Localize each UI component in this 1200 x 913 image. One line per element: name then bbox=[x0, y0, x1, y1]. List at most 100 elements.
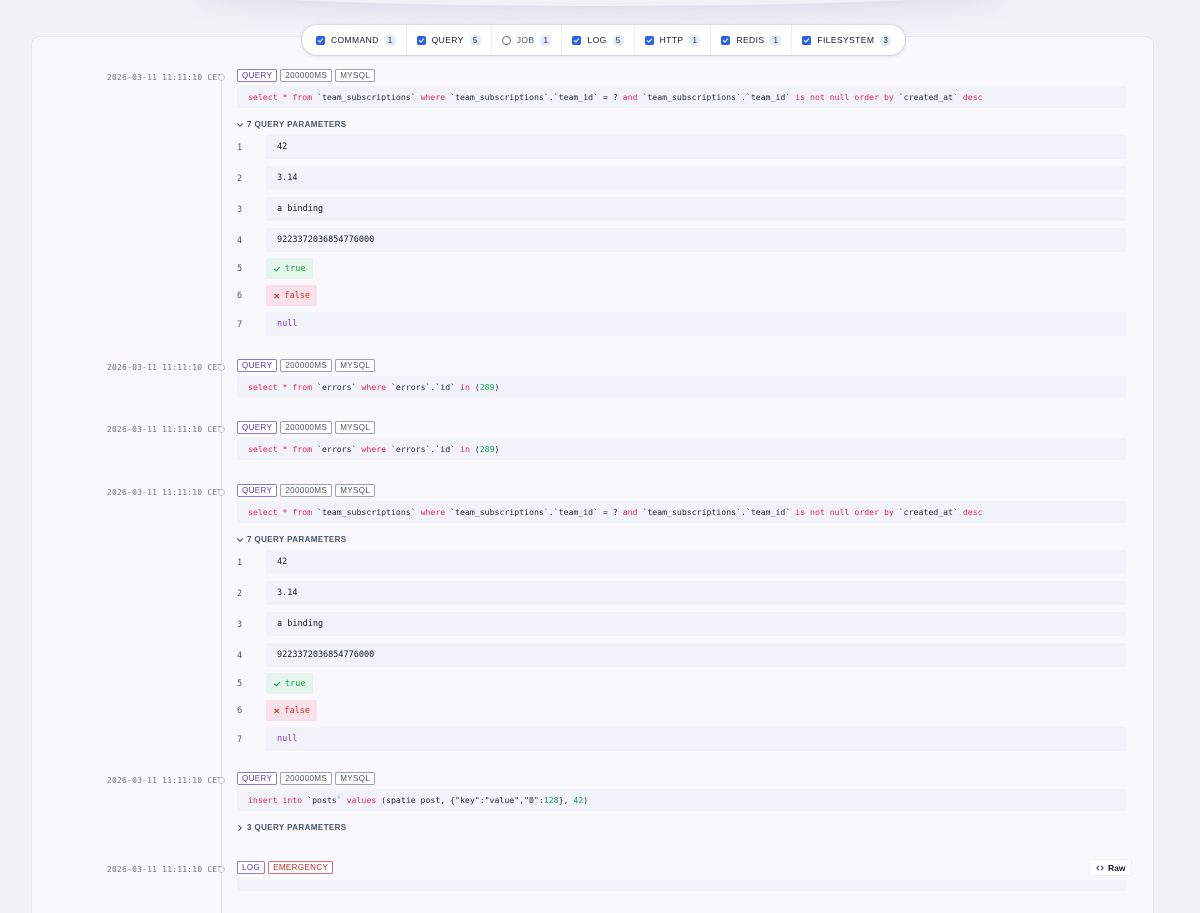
badge-group: QUERY 200000MS MYSQL bbox=[237, 421, 376, 434]
timeline-dot bbox=[218, 777, 225, 784]
checkbox-unchecked-icon[interactable] bbox=[501, 35, 511, 45]
query-badge: QUERY bbox=[237, 359, 278, 372]
sql-keyword: from bbox=[292, 507, 313, 517]
parameter-value-text: null bbox=[277, 319, 298, 329]
sql-text: `team_subscriptions`.`team_id` = ? bbox=[445, 507, 623, 517]
parameter-value: a binding bbox=[266, 197, 1126, 221]
sql-keyword: select bbox=[248, 507, 278, 517]
parameter-value-text: a binding bbox=[277, 619, 324, 629]
sql-text: }, bbox=[558, 795, 574, 805]
timestamp: 2026-03-11 11:11:10 CET bbox=[107, 425, 223, 434]
timestamp: 2026-03-11 11:11:10 CET bbox=[107, 776, 223, 785]
sql-keyword: select bbox=[248, 92, 278, 102]
sql-keyword: desc bbox=[962, 92, 983, 102]
sql-keyword: is not null order by bbox=[795, 92, 894, 102]
query-parameters-toggle[interactable]: 7 QUERY PARAMETERS bbox=[236, 535, 347, 544]
checkbox-checked-icon[interactable] bbox=[572, 35, 582, 45]
sql-text: `errors` bbox=[312, 444, 362, 454]
checkbox-checked-icon[interactable] bbox=[644, 35, 654, 45]
timestamp: 2026-03-11 11:11:10 CET bbox=[107, 488, 223, 497]
query-parameters-toggle[interactable]: 7 QUERY PARAMETERS bbox=[236, 120, 347, 129]
parameter-value: 9223372036854776000 bbox=[266, 643, 1126, 667]
chevron-down-icon bbox=[237, 122, 243, 127]
sql-text: ) bbox=[583, 795, 589, 805]
query-badge: QUERY bbox=[237, 484, 278, 497]
filter-query[interactable]: QUERY 5 bbox=[407, 25, 492, 55]
sql-keyword: where bbox=[420, 507, 446, 517]
timeline-dot bbox=[218, 866, 225, 873]
checkbox-checked-icon[interactable] bbox=[802, 35, 812, 45]
filter-label: QUERY bbox=[431, 35, 464, 45]
sql-text: (spatie post, {"key":"value","0": bbox=[376, 795, 544, 805]
parameter-index: 5 bbox=[237, 679, 243, 689]
parameter-value: true bbox=[266, 673, 313, 694]
emergency-badge: EMERGENCY bbox=[268, 861, 334, 874]
check-icon bbox=[317, 37, 324, 43]
badge-group: QUERY 200000MS MYSQL bbox=[237, 359, 376, 372]
filter-label: JOB bbox=[516, 35, 535, 45]
sql-text: ) bbox=[494, 444, 500, 454]
raw-button[interactable]: Raw bbox=[1089, 859, 1133, 876]
top-shadow bbox=[190, 0, 1010, 6]
checkbox-checked-icon[interactable] bbox=[316, 35, 325, 45]
sql-keyword: insert into bbox=[248, 795, 303, 805]
checkbox-checked-icon[interactable] bbox=[721, 35, 731, 45]
sql-text: `team_subscriptions` bbox=[312, 92, 421, 102]
sql-text: `created_at` bbox=[893, 92, 963, 102]
parameter-index: 3 bbox=[237, 620, 243, 630]
sql-text: `team_subscriptions`.`team_id` bbox=[637, 507, 796, 517]
filter-label: FILESYSTEM bbox=[817, 35, 875, 45]
check-icon bbox=[418, 37, 424, 43]
sql-number: 128 bbox=[543, 795, 559, 805]
sql-text: `errors`.`id` bbox=[386, 382, 461, 392]
parameter-value: 42 bbox=[266, 135, 1126, 159]
query-parameters-toggle[interactable]: 3 QUERY PARAMETERS bbox=[236, 823, 347, 832]
checkbox-checked-icon[interactable] bbox=[416, 35, 426, 45]
sql-keyword: is not null order by bbox=[795, 507, 894, 517]
filter-log[interactable]: LOG 5 bbox=[562, 25, 635, 55]
filter-filesystem[interactable]: FILESYSTEM 3 bbox=[792, 25, 901, 55]
sql-query: select * from `team_subscriptions` where… bbox=[237, 86, 1126, 108]
filter-redis[interactable]: REDIS 1 bbox=[711, 25, 793, 55]
filter-count-badge: 1 bbox=[770, 34, 782, 46]
parameter-value: null bbox=[266, 312, 1126, 336]
check-icon bbox=[723, 37, 729, 43]
type-filter-bar: COMMAND 1 QUERY 5 JOB 1 LOG 5 HTTP 1 REDIS 1 FILESYS… bbox=[302, 25, 906, 55]
parameter-value-text: 42 bbox=[277, 142, 288, 152]
timeline-dot bbox=[218, 364, 225, 371]
sql-text: `team_subscriptions` bbox=[312, 507, 421, 517]
parameter-value-text: null bbox=[277, 734, 298, 744]
mysql-badge: MYSQL bbox=[335, 484, 376, 497]
parameter-value: 9223372036854776000 bbox=[266, 228, 1126, 252]
raw-label: Raw bbox=[1108, 862, 1126, 873]
x-icon bbox=[274, 293, 280, 298]
parameter-index: 7 bbox=[237, 320, 243, 330]
parameter-value: 3.14 bbox=[266, 581, 1126, 605]
x-icon bbox=[274, 708, 280, 713]
mysql-badge: MYSQL bbox=[335, 421, 376, 434]
parameter-value-text: a binding bbox=[277, 204, 324, 214]
filter-label: REDIS bbox=[736, 35, 765, 45]
filter-command[interactable]: COMMAND 1 bbox=[306, 25, 407, 55]
filter-count-badge: 3 bbox=[880, 34, 892, 46]
200000ms-badge: 200000MS bbox=[280, 69, 333, 82]
parameter-value: null bbox=[266, 727, 1126, 751]
filter-count-badge: 5 bbox=[612, 34, 624, 46]
filter-label: LOG bbox=[587, 35, 607, 45]
filter-count-badge: 5 bbox=[469, 34, 481, 46]
log-badge: LOG bbox=[237, 861, 266, 874]
query-parameters-label: 3 QUERY PARAMETERS bbox=[247, 823, 347, 832]
filter-job[interactable]: JOB 1 bbox=[492, 25, 563, 55]
sql-keyword: where bbox=[361, 382, 387, 392]
sql-keyword: select bbox=[248, 382, 278, 392]
sql-keyword: from bbox=[292, 444, 313, 454]
parameter-value: a binding bbox=[266, 612, 1126, 636]
filter-label: COMMAND bbox=[331, 35, 379, 45]
filter-http[interactable]: HTTP 1 bbox=[635, 25, 712, 55]
sql-keyword: from bbox=[292, 92, 313, 102]
sql-keyword: and bbox=[622, 92, 638, 102]
mysql-badge: MYSQL bbox=[335, 359, 376, 372]
check-icon bbox=[273, 266, 281, 271]
sql-text: ( bbox=[469, 382, 480, 392]
sql-query: select * from `team_subscriptions` where… bbox=[237, 501, 1126, 523]
